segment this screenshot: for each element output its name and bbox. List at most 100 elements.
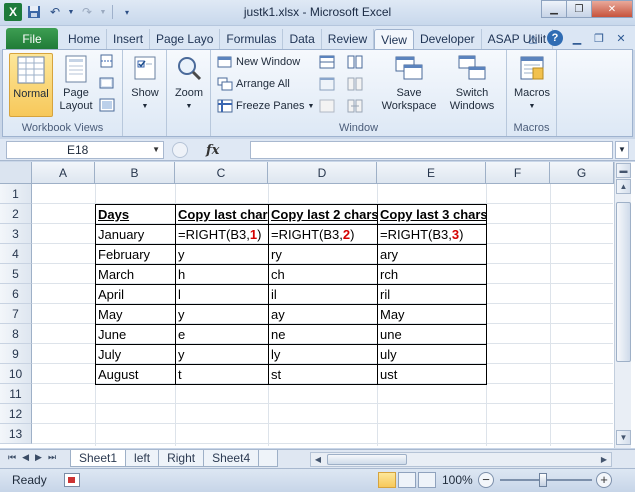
restore-icon[interactable]: ❐ <box>566 0 592 18</box>
scroll-up-icon[interactable]: ▲ <box>616 179 631 194</box>
cell-d10[interactable]: st <box>269 365 377 385</box>
minimize-icon[interactable]: ▁ <box>541 0 567 18</box>
view-side-by-side-button[interactable] <box>347 55 363 69</box>
synchronous-scrolling-button[interactable] <box>347 77 363 91</box>
normal-view-shortcut-icon[interactable] <box>378 472 396 488</box>
column-header-b[interactable]: B <box>95 162 175 184</box>
workbook-close-icon[interactable]: ✕ <box>613 30 629 46</box>
column-header-c[interactable]: C <box>175 162 268 184</box>
column-header-d[interactable]: D <box>268 162 377 184</box>
row-header-13[interactable]: 13 <box>0 424 32 444</box>
tab-formulas[interactable]: Formulas <box>220 29 284 50</box>
cell-c2[interactable]: Copy last char <box>176 205 268 225</box>
select-all-corner[interactable] <box>0 162 32 184</box>
formula-input[interactable] <box>250 141 613 159</box>
cell-d5[interactable]: ch <box>269 265 377 285</box>
tab-insert[interactable]: Insert <box>107 29 151 50</box>
row-header-9[interactable]: 9 <box>0 344 32 364</box>
cell-c3[interactable]: =RIGHT(B3,1) <box>176 225 268 245</box>
page-break-shortcut-icon[interactable] <box>418 472 436 488</box>
new-window-button[interactable]: New Window <box>217 55 300 69</box>
cell-d8[interactable]: ne <box>269 325 377 345</box>
cell-b5[interactable]: March <box>96 265 175 285</box>
tab-home[interactable]: Home <box>62 29 108 50</box>
normal-view-button[interactable]: Normal <box>9 53 53 117</box>
cell-d2[interactable]: Copy last 2 chars <box>269 205 377 225</box>
split-button[interactable] <box>319 55 335 69</box>
freeze-panes-button[interactable]: Freeze Panes ▼ <box>217 99 314 113</box>
cell-c5[interactable]: h <box>176 265 268 285</box>
cell-b10[interactable]: August <box>96 365 175 385</box>
column-header-g[interactable]: G <box>550 162 614 184</box>
row-header-12[interactable]: 12 <box>0 404 32 424</box>
cell-e8[interactable]: une <box>378 325 486 345</box>
row-header-11[interactable]: 11 <box>0 384 32 404</box>
tab-developer[interactable]: Developer <box>414 29 482 50</box>
cell-e2[interactable]: Copy last 3 chars <box>378 205 486 225</box>
help-icon[interactable]: ? <box>547 30 563 46</box>
cell-e7[interactable]: May <box>378 305 486 325</box>
prev-sheet-icon[interactable]: ◀ <box>22 452 29 463</box>
row-header-2[interactable]: 2 <box>0 204 32 224</box>
row-header-6[interactable]: 6 <box>0 284 32 304</box>
cell-e6[interactable]: ril <box>378 285 486 305</box>
cell-d3[interactable]: =RIGHT(B3,2) <box>269 225 377 245</box>
hide-button[interactable] <box>319 77 335 91</box>
cell-b9[interactable]: July <box>96 345 175 365</box>
macros-button[interactable]: Macros ▼ <box>511 53 553 113</box>
next-sheet-icon[interactable]: ▶ <box>35 452 42 463</box>
unhide-button[interactable] <box>319 99 335 113</box>
workbook-restore-icon[interactable]: ❐ <box>591 30 607 46</box>
name-box-dropdown-icon[interactable]: ▼ <box>152 142 160 158</box>
expand-formula-bar-icon[interactable]: ▼ <box>615 141 629 159</box>
column-header-f[interactable]: F <box>486 162 550 184</box>
cell-b8[interactable]: June <box>96 325 175 345</box>
scroll-left-icon[interactable]: ◀ <box>311 453 325 466</box>
cell-c6[interactable]: l <box>176 285 268 305</box>
vertical-scroll-thumb[interactable] <box>616 202 631 362</box>
name-box[interactable]: E18 ▼ <box>6 141 164 159</box>
sheet-tab-sheet4[interactable]: Sheet4 <box>203 450 260 467</box>
sheet-tab-right[interactable]: Right <box>158 450 205 467</box>
cell-b2[interactable]: Days <box>96 205 175 225</box>
cell-e9[interactable]: uly <box>378 345 486 365</box>
cell-e5[interactable]: rch <box>378 265 486 285</box>
horizontal-scroll-thumb[interactable] <box>327 454 407 465</box>
workbook-minimize-icon[interactable]: ▁ <box>569 30 585 46</box>
minimize-ribbon-icon[interactable]: △ <box>525 30 541 46</box>
cell-b6[interactable]: April <box>96 285 175 305</box>
split-box-icon[interactable]: ▬ <box>616 163 631 178</box>
zoom-in-button[interactable]: + <box>596 472 612 488</box>
cell-e3[interactable]: =RIGHT(B3,3) <box>378 225 486 245</box>
tab-page-layout[interactable]: Page Layo <box>150 29 221 50</box>
page-layout-view-button[interactable]: Page Layout <box>57 53 95 117</box>
cell-c4[interactable]: y <box>176 245 268 265</box>
tab-review[interactable]: Review <box>322 29 375 50</box>
page-break-preview-button[interactable] <box>99 54 115 68</box>
row-header-5[interactable]: 5 <box>0 264 32 284</box>
column-header-e[interactable]: E <box>377 162 486 184</box>
cell-c9[interactable]: y <box>176 345 268 365</box>
insert-sheet-icon[interactable] <box>258 450 279 467</box>
cell-c8[interactable]: e <box>176 325 268 345</box>
cell-d6[interactable]: il <box>269 285 377 305</box>
sheet-tab-left[interactable]: left <box>125 450 160 467</box>
custom-views-button[interactable] <box>99 76 115 90</box>
cell-b4[interactable]: February <box>96 245 175 265</box>
cell-b7[interactable]: May <box>96 305 175 325</box>
zoom-slider-handle[interactable] <box>539 473 547 487</box>
cell-d9[interactable]: ly <box>269 345 377 365</box>
row-header-3[interactable]: 3 <box>0 224 32 244</box>
vertical-scrollbar[interactable]: ▬ ▲ ▼ <box>614 162 631 448</box>
tab-view[interactable]: View <box>374 29 414 50</box>
cell-d7[interactable]: ay <box>269 305 377 325</box>
cell-c7[interactable]: y <box>176 305 268 325</box>
cell-b3[interactable]: January <box>96 225 175 245</box>
worksheet-grid[interactable]: A B C D E F G 1 2 3 4 5 6 7 8 9 10 11 12… <box>0 162 635 448</box>
zoom-level[interactable]: 100% <box>442 473 473 487</box>
arrange-all-button[interactable]: Arrange All <box>217 77 290 91</box>
full-screen-button[interactable] <box>99 98 115 112</box>
page-layout-shortcut-icon[interactable] <box>398 472 416 488</box>
scroll-down-icon[interactable]: ▼ <box>616 430 631 445</box>
cell-e4[interactable]: ary <box>378 245 486 265</box>
